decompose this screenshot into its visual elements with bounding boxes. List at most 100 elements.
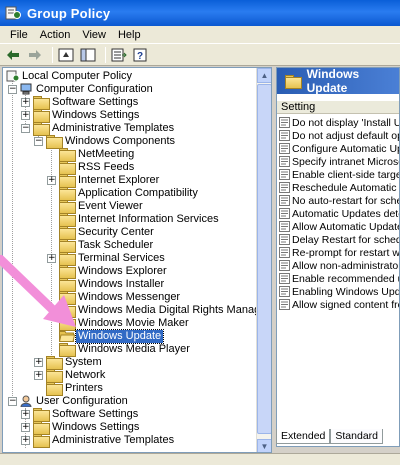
folder-icon bbox=[46, 382, 63, 396]
tree-node-label: Task Scheduler bbox=[78, 239, 154, 251]
setting-row[interactable]: Reschedule Automatic Upda bbox=[277, 181, 399, 194]
expand-toggle[interactable]: + bbox=[34, 358, 43, 367]
expand-toggle[interactable]: + bbox=[47, 176, 56, 185]
collapse-toggle[interactable]: − bbox=[8, 397, 17, 406]
tree-node-label: Windows Media Digital Rights Management bbox=[78, 304, 272, 316]
tree-node-label: System bbox=[65, 356, 102, 368]
group-policy-icon bbox=[5, 6, 21, 20]
setting-row[interactable]: Allow signed content from in bbox=[277, 298, 399, 311]
folder-icon bbox=[59, 174, 76, 188]
tree-node-label: Windows Installer bbox=[78, 278, 165, 290]
tree-node-label: Windows Messenger bbox=[78, 291, 181, 303]
folder-icon bbox=[33, 408, 50, 422]
setting-row[interactable]: Re-prompt for restart with s bbox=[277, 246, 400, 259]
setting-row[interactable]: Do not adjust default option bbox=[277, 129, 399, 142]
details-header: Windows Update bbox=[277, 67, 399, 95]
setting-label: Re-prompt for restart with s bbox=[292, 246, 400, 259]
policy-setting-icon bbox=[279, 130, 290, 141]
policy-setting-icon bbox=[279, 273, 290, 284]
folder-icon bbox=[59, 343, 76, 357]
setting-row[interactable]: No auto-restart for schedul bbox=[277, 194, 399, 207]
tree-node-label: Windows Media Player bbox=[78, 343, 190, 355]
tree-node-label: Internet Explorer bbox=[78, 174, 160, 186]
tab-standard[interactable]: Standard bbox=[330, 429, 383, 444]
export-list-button[interactable] bbox=[110, 46, 128, 64]
back-arrow-icon bbox=[7, 49, 19, 60]
title-bar[interactable]: Group Policy bbox=[0, 0, 400, 26]
setting-label: Allow signed content from in bbox=[292, 298, 399, 311]
setting-row[interactable]: Enabling Windows Update P bbox=[277, 285, 400, 298]
setting-row[interactable]: Delay Restart for scheduled bbox=[277, 233, 399, 246]
tree-node-label: Administrative Templates bbox=[52, 434, 175, 446]
setting-label: Automatic Updates detectio bbox=[292, 207, 399, 220]
menu-action[interactable]: Action bbox=[34, 29, 77, 41]
tree-node-label: Printers bbox=[65, 382, 103, 394]
collapse-toggle[interactable]: − bbox=[21, 124, 30, 133]
policy-setting-icon bbox=[279, 169, 290, 180]
tree-node-label: Event Viewer bbox=[78, 200, 143, 212]
help-button[interactable]: ? bbox=[132, 46, 150, 64]
setting-label: Allow non-administrators to bbox=[292, 259, 400, 272]
setting-row[interactable]: Allow non-administrators to bbox=[277, 259, 400, 272]
setting-row[interactable]: Allow Automatic Updates im bbox=[277, 220, 399, 233]
menu-view[interactable]: View bbox=[76, 29, 112, 41]
folder-icon bbox=[33, 122, 50, 136]
expand-toggle[interactable]: + bbox=[21, 111, 30, 120]
folder-icon bbox=[59, 239, 76, 253]
tree-connector bbox=[12, 78, 13, 396]
folder-icon bbox=[59, 213, 76, 227]
tree-node-label: Windows Settings bbox=[52, 421, 140, 433]
collapse-toggle[interactable]: − bbox=[8, 85, 17, 94]
scroll-up-button[interactable]: ▲ bbox=[257, 68, 271, 83]
tab-extended[interactable]: Extended bbox=[276, 429, 331, 444]
export-list-icon bbox=[111, 48, 127, 61]
folder-icon bbox=[33, 109, 50, 123]
folder-icon bbox=[59, 226, 76, 240]
forward-arrow-icon bbox=[29, 49, 41, 60]
setting-row[interactable]: Enable recommended updat bbox=[277, 272, 399, 285]
tree-node-label: Network bbox=[65, 369, 106, 381]
tree-node-label: RSS Feeds bbox=[78, 161, 135, 173]
tree-node-label: User Configuration bbox=[36, 395, 128, 407]
folder-icon bbox=[59, 200, 76, 214]
back-button[interactable] bbox=[4, 46, 22, 64]
setting-label: Reschedule Automatic Upda bbox=[292, 181, 399, 194]
details-title: Windows Update bbox=[306, 67, 360, 95]
expand-toggle[interactable]: + bbox=[21, 98, 30, 107]
policy-setting-icon bbox=[279, 221, 290, 232]
tree-node-label: Windows Components bbox=[65, 135, 176, 147]
folder-icon bbox=[46, 369, 63, 383]
tree-node-label: Terminal Services bbox=[78, 252, 165, 264]
up-one-level-button[interactable] bbox=[57, 46, 75, 64]
tree-vertical-scrollbar[interactable]: ▲ ▼ bbox=[256, 68, 271, 452]
help-icon: ? bbox=[133, 48, 147, 62]
menu-file[interactable]: File bbox=[4, 29, 34, 41]
setting-row[interactable]: Specify intranet Microsoft u bbox=[277, 155, 399, 168]
folder-icon bbox=[33, 96, 50, 110]
scroll-down-button[interactable]: ▼ bbox=[257, 439, 271, 452]
folder-icon bbox=[33, 421, 50, 435]
setting-row[interactable]: Enable client-side targeting bbox=[277, 168, 399, 181]
policy-setting-icon bbox=[279, 247, 290, 258]
expand-toggle[interactable]: + bbox=[21, 436, 30, 445]
setting-row[interactable]: Automatic Updates detectio bbox=[277, 207, 399, 220]
setting-label: Enabling Windows Update P bbox=[292, 285, 400, 298]
expand-toggle[interactable]: + bbox=[21, 423, 30, 432]
scroll-thumb[interactable] bbox=[257, 84, 271, 434]
expand-toggle[interactable]: + bbox=[21, 410, 30, 419]
menu-bar: File Action View Help bbox=[0, 26, 400, 44]
setting-row[interactable]: Do not display 'Install Upda bbox=[277, 116, 399, 129]
forward-button[interactable] bbox=[26, 46, 44, 64]
folder-icon bbox=[46, 135, 63, 149]
computer-icon bbox=[20, 83, 32, 95]
expand-toggle[interactable]: + bbox=[34, 371, 43, 380]
setting-row[interactable]: Configure Automatic Update bbox=[277, 142, 399, 155]
tree-node-label: Computer Configuration bbox=[36, 83, 153, 95]
collapse-toggle[interactable]: − bbox=[34, 137, 43, 146]
status-bar bbox=[0, 453, 400, 465]
show-hide-tree-button[interactable] bbox=[79, 46, 97, 64]
column-header-setting[interactable]: Setting bbox=[277, 101, 399, 114]
menu-help[interactable]: Help bbox=[112, 29, 147, 41]
policy-setting-icon bbox=[279, 195, 290, 206]
details-pane: Windows Update Setting Do not display 'I… bbox=[276, 67, 400, 447]
